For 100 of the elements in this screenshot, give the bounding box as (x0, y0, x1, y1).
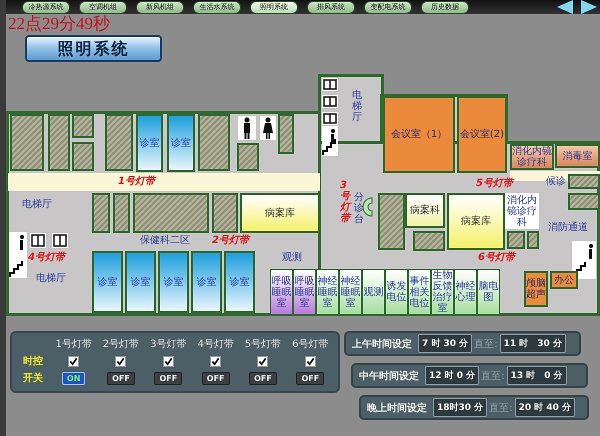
light-band-label: 1号灯带 (118, 176, 155, 187)
hatched-room (72, 142, 94, 171)
checkbox[interactable] (257, 356, 268, 366)
time-field[interactable]: 20 时 40 分 (514, 398, 576, 417)
clinic-room: 诊室 (125, 251, 156, 313)
light-band-label: 6号灯带 (478, 252, 515, 263)
light-band-label: 4号灯带 (28, 252, 65, 263)
room-label: 电梯厅 (352, 90, 362, 123)
until-label: 直至: (489, 402, 513, 414)
checkbox[interactable] (68, 356, 80, 366)
band-heading: 1号灯带 (54, 338, 93, 351)
time-field[interactable]: 7 时 30 分 (418, 334, 472, 353)
hatched-room (105, 114, 133, 171)
test-room: 事件相关电位 (408, 269, 431, 315)
light-band-label: 2号灯带 (212, 235, 249, 246)
checkbox[interactable] (304, 356, 316, 366)
switch-button[interactable]: OFF (202, 372, 230, 384)
schedule-label: 中午时间设定 (359, 369, 419, 382)
schedule-label: 晚上时间设定 (367, 401, 427, 414)
clinic-room: 诊室 (191, 251, 222, 313)
checkbox[interactable] (210, 356, 222, 366)
toilet-man-icon (238, 116, 256, 140)
stairs-icon (572, 241, 596, 279)
room-label: 消防通道 (548, 222, 588, 233)
time-field[interactable]: 13 时 0 分 (506, 366, 567, 385)
time-field[interactable]: 11 时 30 分 (500, 334, 566, 353)
sleep-room: 呼吸睡眠室 (270, 269, 293, 315)
hatched-room (413, 231, 445, 251)
checkbox[interactable] (162, 356, 174, 366)
until-label: 直至: (474, 338, 498, 350)
elevator-icon (52, 233, 68, 248)
schedule-label: 上午时间设定 (352, 337, 412, 350)
right-arrow-icon[interactable] (580, 0, 598, 15)
band-heading: 2号灯带 (102, 338, 140, 351)
treatment-room: 消毒室 (555, 144, 600, 168)
office-room: 办公 (550, 271, 578, 289)
records-room: 病案科 (405, 193, 445, 228)
hatched-room (113, 193, 130, 233)
hatched-room (278, 114, 294, 154)
switch-button[interactable]: ON (62, 372, 86, 384)
office-room: 消化内镜诊疗科 (505, 193, 539, 229)
test-room: 脑电图 (477, 269, 500, 315)
left-arrow-icon[interactable] (556, 0, 574, 15)
stairs-icon (322, 126, 338, 156)
treatment-room: 消化内镜诊疗科 (510, 144, 554, 170)
row-label: 时控 (22, 354, 44, 368)
clinic-room: 诊室 (158, 251, 189, 313)
elevator-icon (30, 233, 46, 248)
elevator-icon (322, 112, 338, 125)
office-room: 会议室(2) (457, 96, 507, 173)
test-room: 神经睡眠室 (339, 269, 362, 315)
archive-room: 病案库 (447, 193, 505, 250)
room-label: 电梯厅 (22, 199, 52, 210)
archive-room: 病案库 (240, 193, 320, 233)
time-field[interactable]: 12 时 0 分 (425, 366, 480, 385)
hatched-room (507, 231, 525, 249)
hatched-room (72, 114, 94, 138)
band-heading: 6号灯带 (291, 338, 330, 351)
sleep-room: 呼吸睡眠室 (293, 269, 316, 315)
clinic-room: 诊室 (92, 251, 123, 313)
switch-button[interactable]: OFF (154, 372, 182, 384)
time-field[interactable]: 18时30 分 (433, 398, 488, 417)
stairs-icon (9, 232, 27, 278)
test-room: 诱发电位 (385, 269, 408, 315)
band-heading: 4号灯带 (196, 338, 235, 351)
hatched-room (10, 114, 44, 171)
test-room: 生物反馈治疗室 (431, 269, 454, 315)
band-heading: 3号灯带 (149, 338, 188, 351)
test-room: 观测 (362, 269, 385, 315)
hatched-room (237, 143, 259, 171)
switch-button[interactable]: OFF (107, 372, 135, 384)
light-band-label: 3号灯带 (340, 180, 350, 224)
clinic-room: 诊室 (167, 114, 195, 172)
room-label: 观测 (282, 252, 302, 263)
light-band-label: 5号灯带 (476, 178, 513, 189)
row-label: 开关 (22, 372, 44, 385)
test-room: 神经心理 (454, 269, 477, 315)
hatched-room (527, 231, 539, 249)
band-heading: 5号灯带 (244, 338, 282, 351)
room-label: 电梯厅 (36, 273, 66, 284)
clinic-room: 诊室 (224, 251, 255, 313)
elevator-icon (322, 95, 338, 108)
until-label: 直至: (481, 370, 505, 382)
room-label: 保健科二区 (140, 235, 190, 246)
elevator-icon (322, 78, 338, 91)
clock-time: 22点29分49秒 (8, 14, 110, 34)
hatched-room (198, 114, 230, 171)
switch-button[interactable]: OFF (296, 372, 324, 384)
toilet-woman-icon (260, 116, 276, 140)
clinic-room: 诊室 (136, 114, 163, 172)
office-room: 颅脑超声 (524, 271, 548, 307)
hatched-room (48, 114, 70, 171)
checkbox[interactable] (115, 356, 126, 366)
test-room: 神经睡眠室 (316, 269, 339, 315)
office-room: 会议室（1） (383, 96, 455, 173)
room-label: 分诊台 (354, 192, 364, 225)
hatched-room (378, 193, 405, 250)
page-title: 照明系统 (25, 35, 162, 62)
room-label: 候诊 (546, 176, 566, 187)
switch-button[interactable]: OFF (249, 372, 277, 384)
